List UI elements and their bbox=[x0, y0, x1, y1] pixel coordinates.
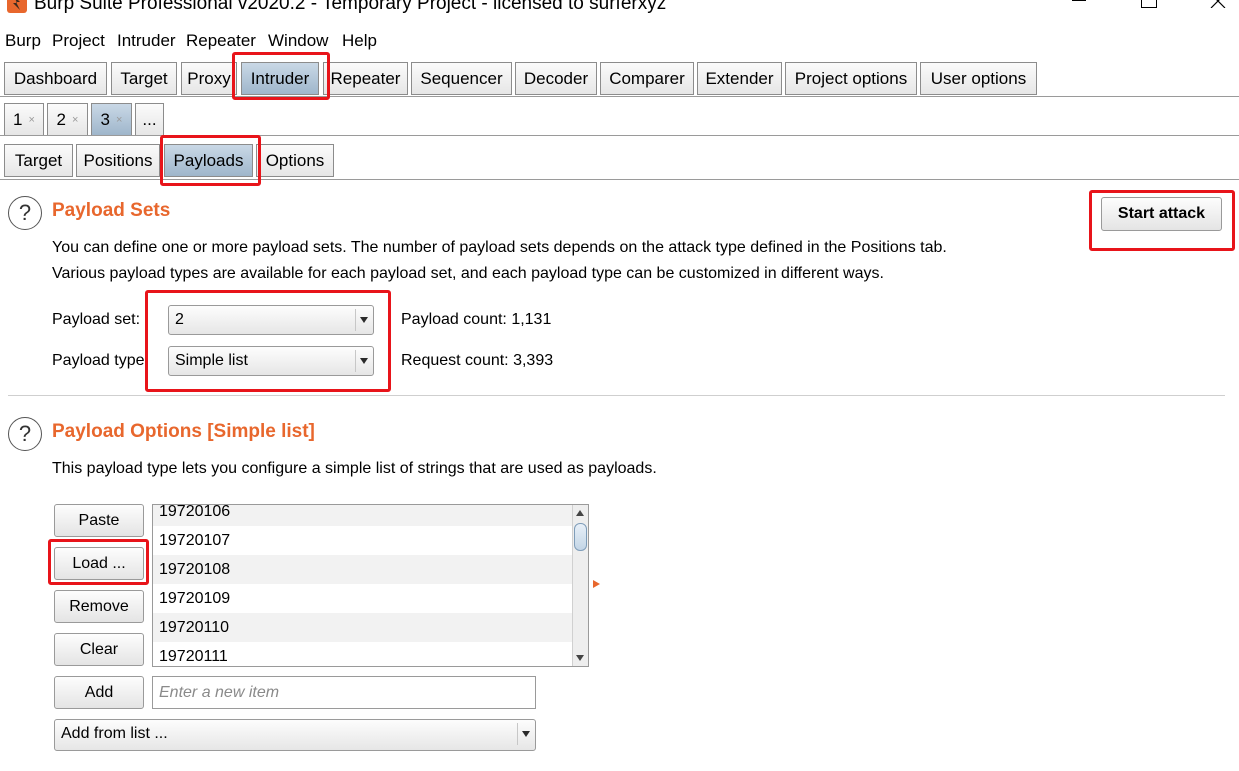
attack-tab-1[interactable]: 1 × bbox=[4, 103, 44, 136]
add-from-list-select[interactable]: Add from list ... bbox=[54, 719, 536, 751]
payloads-panel: ? Payload Sets Start attack You can defi… bbox=[0, 182, 1239, 771]
minimize-icon[interactable] bbox=[1066, 0, 1090, 16]
chevron-down-icon bbox=[355, 309, 371, 331]
list-item[interactable]: 19720111 bbox=[153, 642, 573, 666]
title-bar: Burp Suite Professional v2020.2 - Tempor… bbox=[0, 0, 1239, 26]
list-scrollbar[interactable] bbox=[572, 505, 588, 666]
tab-payloads[interactable]: Payloads bbox=[164, 144, 253, 177]
help-icon[interactable]: ? bbox=[8, 196, 42, 230]
payload-sets-description-1: You can define one or more payload sets.… bbox=[52, 239, 947, 256]
payload-options-description: This payload type lets you configure a s… bbox=[52, 460, 657, 477]
tab-decoder[interactable]: Decoder bbox=[515, 62, 597, 95]
menu-window[interactable]: Window bbox=[268, 31, 328, 51]
close-tab-icon[interactable]: × bbox=[116, 114, 122, 126]
tab-target[interactable]: Target bbox=[111, 62, 177, 95]
menu-repeater[interactable]: Repeater bbox=[186, 31, 256, 51]
paste-button[interactable]: Paste bbox=[54, 504, 144, 537]
menu-bar: Burp Project Intruder Repeater Window He… bbox=[0, 28, 1239, 56]
burp-logo-icon bbox=[7, 0, 27, 13]
payload-options-title: Payload Options [Simple list] bbox=[52, 421, 315, 442]
tab-intruder[interactable]: Intruder bbox=[241, 62, 319, 95]
menu-project[interactable]: Project bbox=[52, 31, 105, 51]
expand-arrow-icon[interactable] bbox=[593, 580, 600, 588]
tab-target-config[interactable]: Target bbox=[4, 144, 73, 177]
add-button[interactable]: Add bbox=[54, 676, 144, 709]
payload-count-label: Payload count: bbox=[401, 311, 507, 328]
main-tab-bar: Dashboard Target Proxy Intruder Repeater… bbox=[0, 60, 1239, 100]
request-count: Request count: 3,393 bbox=[401, 352, 553, 370]
maximize-icon[interactable] bbox=[1136, 0, 1160, 16]
request-count-label: Request count: bbox=[401, 352, 509, 369]
tab-repeater[interactable]: Repeater bbox=[323, 62, 408, 95]
close-tab-icon[interactable]: × bbox=[29, 114, 35, 126]
payload-count: Payload count: 1,131 bbox=[401, 311, 551, 329]
payload-type-label: Payload type: bbox=[52, 352, 149, 369]
remove-button[interactable]: Remove bbox=[54, 590, 144, 623]
help-icon[interactable]: ? bbox=[8, 417, 42, 451]
attack-tab-bar: 1 × 2 × 3 × ... bbox=[0, 100, 1239, 140]
tab-sequencer[interactable]: Sequencer bbox=[411, 62, 512, 95]
scroll-down-icon[interactable] bbox=[576, 655, 584, 661]
scroll-up-icon[interactable] bbox=[576, 510, 584, 516]
attack-tab-3[interactable]: 3 × bbox=[91, 103, 132, 136]
menu-help[interactable]: Help bbox=[342, 31, 377, 51]
menu-intruder[interactable]: Intruder bbox=[117, 31, 176, 51]
menu-burp[interactable]: Burp bbox=[5, 31, 41, 51]
window-title: Burp Suite Professional v2020.2 - Tempor… bbox=[34, 0, 667, 14]
close-tab-icon[interactable]: × bbox=[72, 114, 78, 126]
request-count-value: 3,393 bbox=[513, 352, 554, 369]
load-button[interactable]: Load ... bbox=[54, 547, 144, 580]
section-divider bbox=[8, 395, 1225, 396]
clear-button[interactable]: Clear bbox=[54, 633, 144, 666]
list-item[interactable]: 19720107 bbox=[153, 526, 573, 555]
list-item[interactable]: 19720108 bbox=[153, 555, 573, 584]
tab-comparer[interactable]: Comparer bbox=[600, 62, 694, 95]
list-item[interactable]: 19720110 bbox=[153, 613, 573, 642]
attack-tab-2[interactable]: 2 × bbox=[47, 103, 88, 136]
close-icon[interactable] bbox=[1206, 0, 1230, 16]
attack-tab-label: 3 bbox=[100, 109, 111, 129]
payload-sets-title: Payload Sets bbox=[52, 200, 171, 221]
payload-set-label: Payload set: bbox=[52, 311, 141, 328]
payload-set-select[interactable]: 2 bbox=[168, 305, 374, 335]
attack-tab-label: 1 bbox=[13, 109, 23, 129]
payload-sets-description-2: Various payload types are available for … bbox=[52, 265, 884, 282]
list-item[interactable]: 19720106 bbox=[153, 505, 573, 526]
payload-set-value: 2 bbox=[175, 311, 184, 328]
list-item[interactable]: 19720109 bbox=[153, 584, 573, 613]
attack-tab-label: 2 bbox=[56, 109, 67, 129]
intruder-sub-tab-bar: Target Positions Payloads Options bbox=[0, 140, 1239, 182]
payload-list[interactable]: 19720106 19720107 19720108 19720109 1972… bbox=[152, 504, 589, 667]
tab-positions[interactable]: Positions bbox=[76, 144, 160, 177]
tab-user-options[interactable]: User options bbox=[920, 62, 1037, 95]
tab-proxy[interactable]: Proxy bbox=[181, 62, 237, 95]
tab-extender[interactable]: Extender bbox=[697, 62, 782, 95]
tab-options[interactable]: Options bbox=[256, 144, 334, 177]
payload-type-select[interactable]: Simple list bbox=[168, 346, 374, 376]
scroll-thumb[interactable] bbox=[574, 523, 587, 551]
chevron-down-icon bbox=[355, 350, 371, 372]
payload-count-value: 1,131 bbox=[511, 311, 552, 328]
payload-type-value: Simple list bbox=[175, 352, 248, 369]
new-attack-tab[interactable]: ... bbox=[135, 103, 164, 136]
tab-dashboard[interactable]: Dashboard bbox=[4, 62, 107, 95]
start-attack-button[interactable]: Start attack bbox=[1101, 197, 1222, 231]
tab-project-options[interactable]: Project options bbox=[785, 62, 917, 95]
chevron-down-icon bbox=[517, 723, 533, 745]
new-item-input[interactable] bbox=[152, 676, 536, 709]
add-from-list-value: Add from list ... bbox=[61, 725, 168, 742]
